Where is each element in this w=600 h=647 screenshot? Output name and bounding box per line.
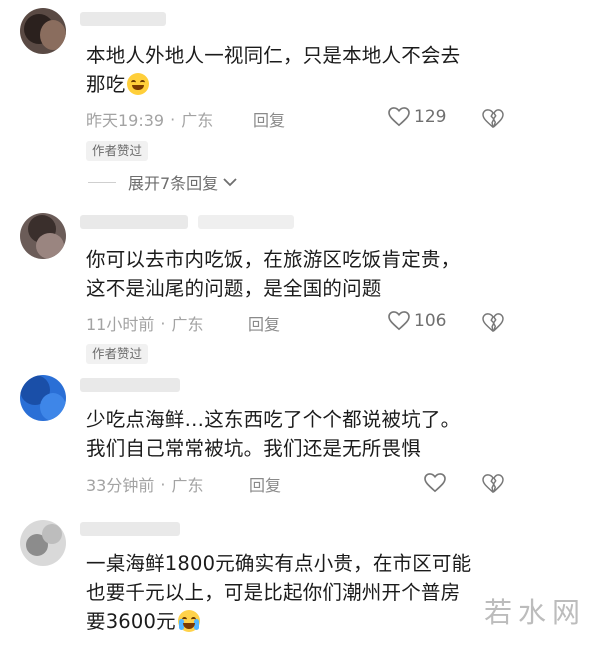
crying-emoji-icon (177, 610, 200, 632)
like-count: 106 (414, 311, 447, 331)
user-avatar[interactable] (20, 8, 66, 54)
like-button[interactable] (424, 473, 446, 493)
expand-replies-button[interactable]: 展开7条回复 (88, 170, 238, 194)
username-blurred[interactable] (80, 215, 188, 229)
chevron-down-icon (223, 178, 237, 187)
author-liked-badge: 作者赞过 (86, 344, 149, 364)
comment-location: 广东 (171, 476, 204, 495)
comment-meta: 33分钟前 · 广东 回复 (86, 472, 586, 496)
like-button[interactable]: 106 (388, 311, 446, 331)
broken-heart-icon (482, 109, 504, 128)
dislike-button[interactable] (482, 109, 504, 133)
broken-heart-icon (482, 474, 504, 493)
meta-separator: · (170, 109, 176, 129)
comment-meta: 昨天19:39 · 广东 回复 (86, 107, 586, 131)
comment-meta: 11小时前 · 广东 回复 (86, 311, 586, 335)
comment-time: 昨天19:39 (86, 111, 165, 130)
author-liked-badge: 作者赞过 (86, 141, 149, 161)
heart-icon (424, 473, 446, 493)
username-blurred-secondary (198, 215, 294, 229)
comment-text: 你可以去市内吃饭，在旅游区吃饭肯定贵， 这不是汕尾的问题，是全国的问题 (86, 248, 461, 300)
user-avatar[interactable] (20, 375, 66, 421)
expand-replies-label: 展开7条回复 (128, 174, 219, 193)
comment-location: 广东 (171, 315, 204, 334)
reply-button[interactable]: 回复 (253, 107, 285, 131)
reply-button[interactable]: 回复 (248, 311, 280, 335)
watermark: 若水网 (483, 596, 586, 629)
username-blurred[interactable] (80, 12, 166, 26)
comment-time: 11小时前 (86, 315, 155, 334)
meta-separator: · (160, 313, 166, 333)
reply-button[interactable]: 回复 (249, 472, 281, 496)
like-count: 129 (414, 107, 447, 127)
dislike-button[interactable] (482, 474, 504, 498)
heart-icon (388, 107, 410, 127)
grin-sweat-emoji-icon (127, 73, 150, 95)
comment-time: 33分钟前 (86, 476, 155, 495)
broken-heart-icon (482, 313, 504, 332)
meta-separator: · (160, 474, 166, 494)
user-avatar[interactable] (20, 520, 66, 566)
username-blurred[interactable] (80, 378, 180, 392)
expand-divider-line (88, 181, 116, 183)
comment-text: 本地人外地人一视同仁，只是本地人不会去 那吃 (86, 44, 461, 96)
dislike-button[interactable] (482, 313, 504, 337)
like-button[interactable]: 129 (388, 107, 446, 127)
comment-text: 少吃点海鲜…这东西吃了个个都说被坑了。 我们自己常常被坑。我们还是无所畏惧 (86, 408, 461, 460)
heart-icon (388, 311, 410, 331)
user-avatar[interactable] (20, 213, 66, 259)
comment-location: 广东 (181, 111, 214, 130)
username-blurred[interactable] (80, 522, 180, 536)
